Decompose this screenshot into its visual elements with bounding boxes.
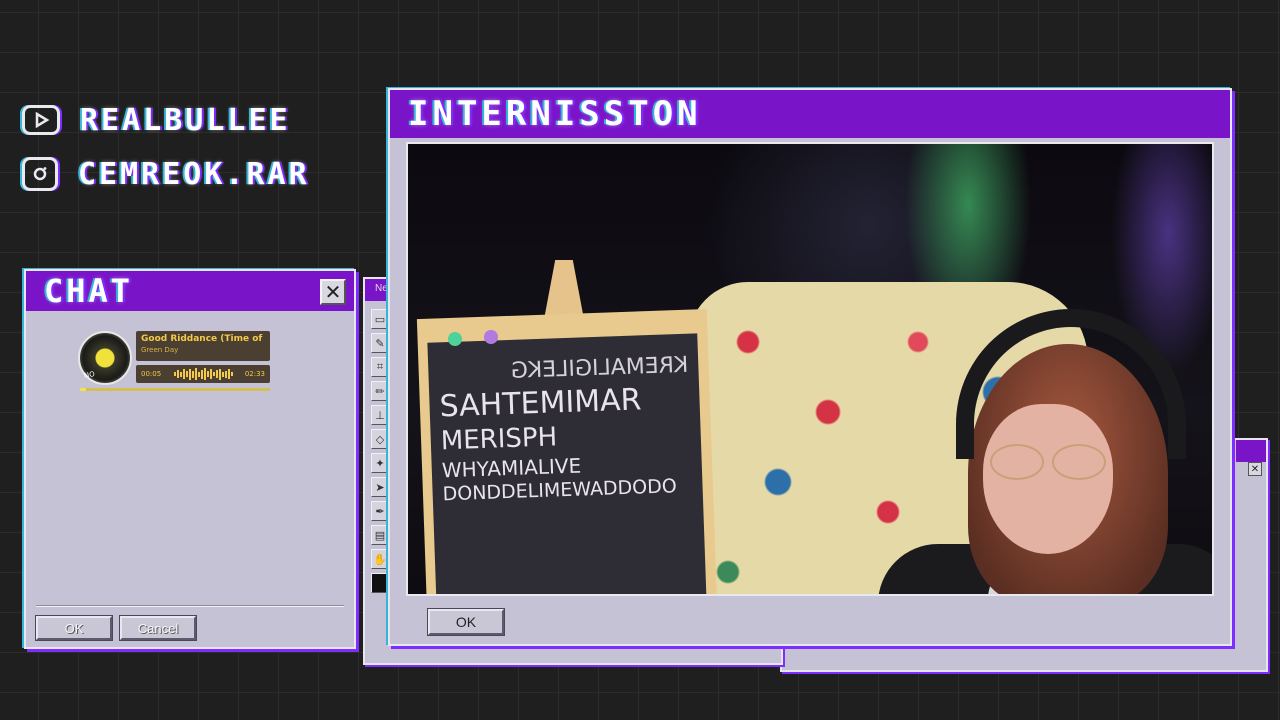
instagram-link[interactable]: CEMREOK.RAR (22, 154, 310, 194)
chat-divider (36, 605, 344, 607)
main-window-title: INTERNISSTON (408, 94, 702, 134)
chat-cancel-button[interactable]: Cancel (119, 615, 197, 641)
text-tool-icon[interactable]: ▤ (371, 525, 389, 545)
instagram-icon (22, 157, 58, 191)
playback-progress[interactable] (80, 388, 270, 391)
lasso-tool-icon[interactable]: ✎ (371, 333, 389, 353)
social-links: REALBULLEE CEMREOK.RAR (22, 100, 310, 194)
hand-tool-icon[interactable]: ✋ (371, 549, 389, 569)
total-duration: 02:33 (244, 370, 265, 378)
track-timeline: 00:05 02:33 (136, 365, 270, 383)
track-artist: Green Day (141, 346, 179, 354)
chat-title: CHAT (44, 272, 134, 310)
youtube-icon (22, 105, 60, 135)
chat-window: CHAT ✕ NO Good Riddance (Time of You Gre… (24, 269, 356, 649)
pointer-tool-icon[interactable]: ➤ (371, 477, 389, 497)
track-info: Good Riddance (Time of You Green Day (136, 331, 270, 361)
main-titlebar: INTERNISSTON (390, 90, 1230, 138)
webcam-video: KREMALIGILEKG SAHTEMIMAR MERISPH WHYAMIA… (406, 142, 1214, 596)
brush-tool-icon[interactable]: ✦ (371, 453, 389, 473)
main-window: INTERNISSTON KREMALIGILEKG SAHTEMIMAR ME… (388, 88, 1232, 646)
album-art-icon: NO (78, 331, 132, 385)
pen-tool-icon[interactable]: ✒ (371, 501, 389, 521)
youtube-handle: REALBULLEE (80, 102, 291, 138)
chat-ok-button[interactable]: OK (35, 615, 113, 641)
select-tool-icon[interactable]: ▭ (371, 309, 389, 329)
main-ok-button[interactable]: OK (427, 608, 505, 636)
background-window-titlebar (1236, 440, 1266, 462)
track-title: Good Riddance (Time of You (141, 334, 265, 344)
youtube-link[interactable]: REALBULLEE (22, 100, 310, 140)
close-icon[interactable]: ✕ (320, 279, 346, 305)
pushpin-icon (448, 332, 462, 346)
music-widget: NO Good Riddance (Time of You Green Day … (78, 331, 272, 393)
pencil-tool-icon[interactable]: ✏ (371, 381, 389, 401)
eraser-tool-icon[interactable]: ◇ (371, 429, 389, 449)
crop-tool-icon[interactable]: ⌗ (371, 357, 389, 377)
pushpin-icon (484, 330, 498, 344)
chat-titlebar: CHAT ✕ (26, 271, 354, 311)
color-swatch-icon[interactable] (371, 573, 389, 593)
elapsed-time: 00:05 (141, 370, 162, 378)
stamp-tool-icon[interactable]: ⊥ (371, 405, 389, 425)
glasses-icon (990, 444, 1110, 484)
waveform-icon (173, 368, 233, 380)
close-icon[interactable]: ✕ (1248, 462, 1262, 476)
chalkboard: KREMALIGILEKG SAHTEMIMAR MERISPH WHYAMIA… (427, 333, 707, 594)
instagram-handle: CEMREOK.RAR (78, 156, 310, 192)
